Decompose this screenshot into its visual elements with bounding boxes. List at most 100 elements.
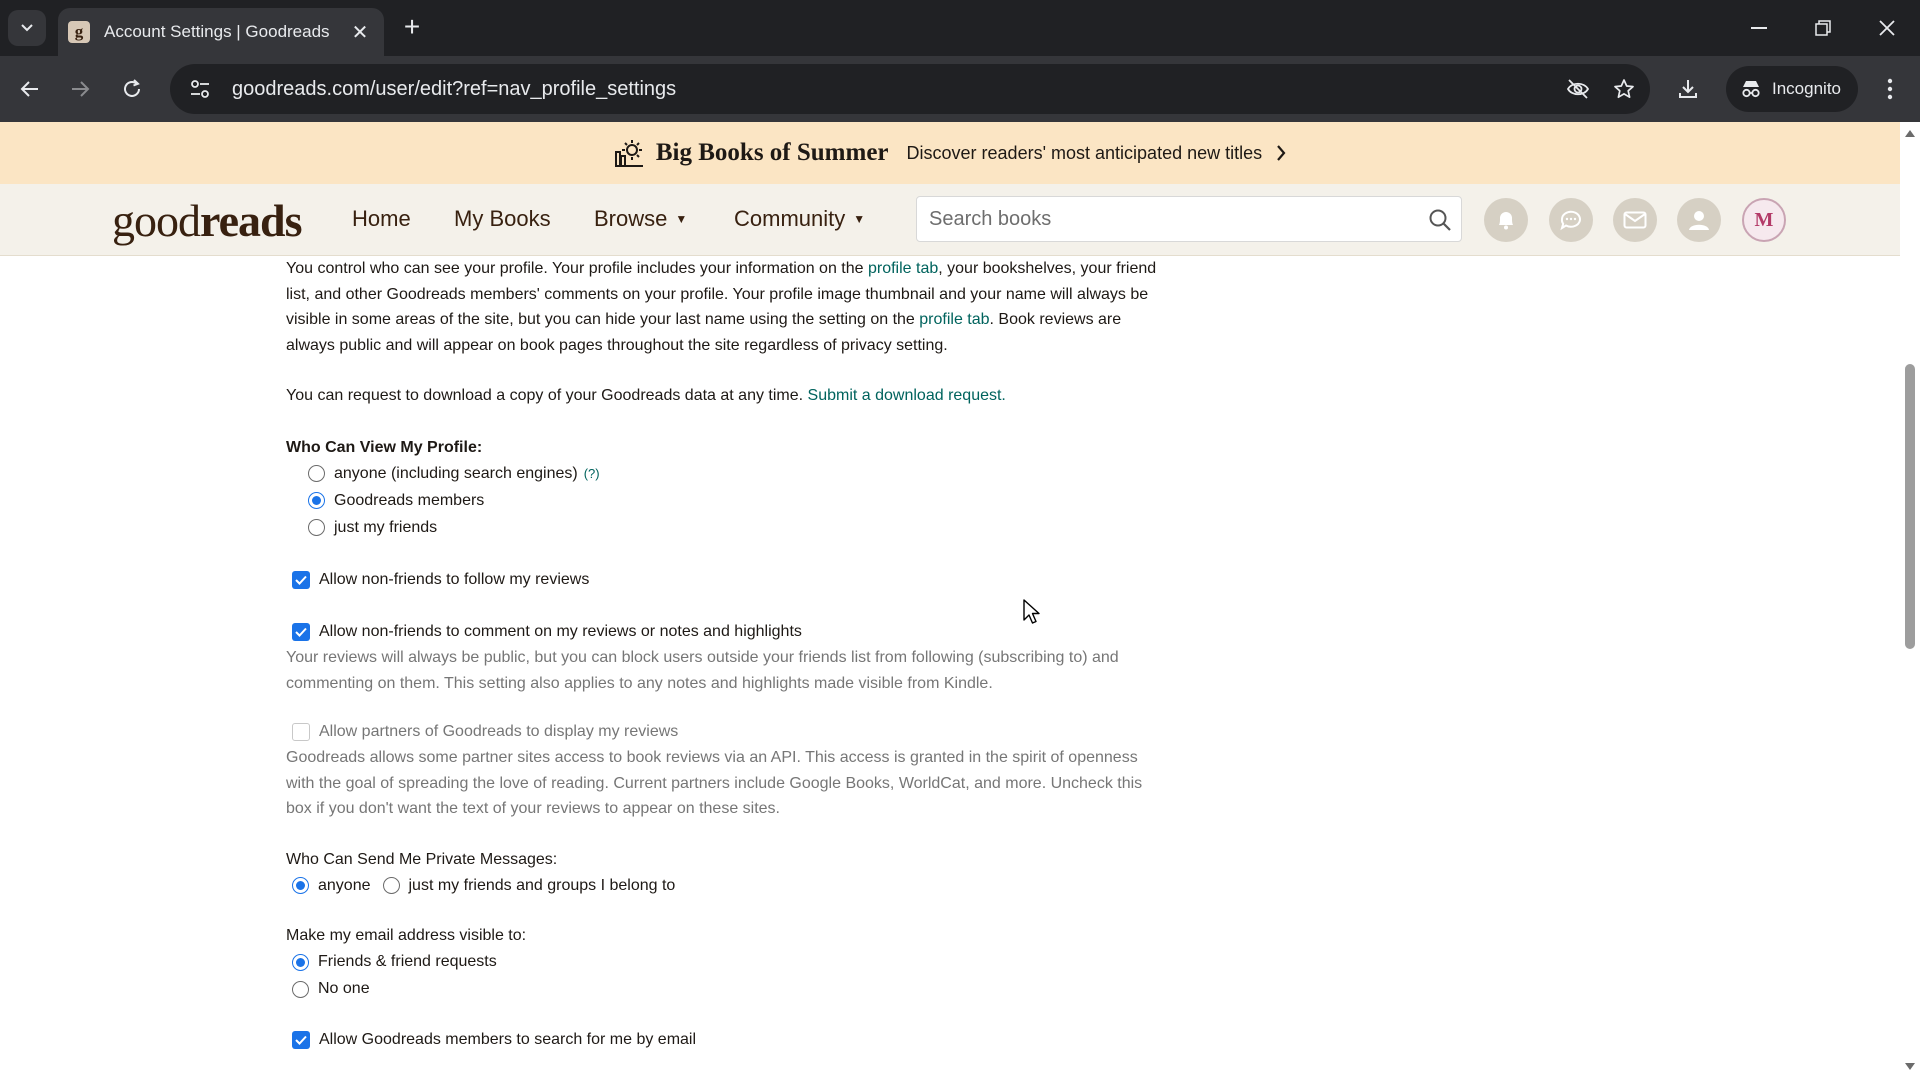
reload-button[interactable] [114,71,150,107]
tab-close-icon[interactable]: ✕ [348,20,372,45]
download-request-link[interactable]: Submit a download request. [808,387,1006,404]
friends-icon [1689,211,1709,230]
private-messages-section: Who Can Send Me Private Messages: anyone… [286,847,1166,900]
browser-toolbar: goodreads.com/user/edit?ref=nav_profile_… [0,56,1920,122]
download-paragraph: You can request to download a copy of yo… [286,383,1166,409]
option-label: Friends & friend requests [318,953,497,971]
promo-subtitle: Discover readers' most anticipated new t… [906,142,1263,163]
comment-reviews-checkbox[interactable] [292,622,310,641]
radio-email-friends[interactable] [292,953,309,971]
check-icon [295,627,307,637]
help-link[interactable]: (?) [584,461,600,487]
private-messages-label: Who Can Send Me Private Messages: [286,850,558,868]
tab-search-button[interactable] [8,10,46,46]
incognito-icon [1742,81,1760,98]
url-text[interactable]: goodreads.com/user/edit?ref=nav_profile_… [232,78,1558,101]
radio-anyone[interactable] [308,465,325,482]
profile-tab-link-2[interactable]: profile tab [919,311,989,328]
radio-goodreads-members[interactable] [308,492,325,509]
partners-label: Allow partners of Goodreads to display m… [319,722,679,740]
site-header: goodreads Home My Books Browse ▼ Communit… [0,184,1900,256]
follow-reviews-checkbox[interactable] [292,570,310,589]
nav-home[interactable]: Home [352,206,411,232]
friends-button[interactable] [1677,198,1721,242]
search-by-email-checkbox[interactable] [292,1031,310,1049]
search-input[interactable] [917,197,1397,241]
partners-checkbox[interactable] [292,722,310,741]
email-option-no-one[interactable]: No one [286,976,1166,1003]
site-info-button[interactable] [178,69,222,109]
check-icon [295,575,307,585]
minimize-button[interactable] [1734,10,1784,46]
back-button[interactable] [12,71,48,107]
restore-button[interactable] [1798,10,1848,46]
nav-community[interactable]: Community ▼ [734,206,865,232]
tracking-protection-button[interactable] [1558,69,1598,109]
forward-button[interactable] [62,71,98,107]
search-box [916,196,1462,242]
more-vertical-icon [1887,78,1893,100]
downloads-button[interactable] [1670,71,1706,107]
download-icon [1679,80,1697,98]
profile-avatar[interactable]: M [1742,198,1786,242]
radio-just-my-friends[interactable] [308,519,325,536]
option-label: Goodreads members [334,491,485,509]
close-window-button[interactable] [1862,10,1912,46]
minimize-icon [1751,27,1767,29]
follow-reviews-setting[interactable]: Allow non-friends to follow my reviews [286,566,1166,593]
goodreads-logo[interactable]: goodreads [112,194,302,247]
page-scrollbar[interactable] [1900,122,1920,1080]
logo-bold: reads [200,195,302,246]
browser-menu-button[interactable] [1872,71,1908,107]
view-profile-option-friends[interactable]: just my friends [308,514,1166,541]
comment-reviews-label: Allow non-friends to comment on my revie… [319,622,802,640]
bookmark-button[interactable] [1604,69,1644,109]
comment-reviews-note: Your reviews will always be public, but … [286,649,1119,692]
search-by-email-label: Allow Goodreads members to search for me… [319,1031,697,1049]
radio-email-no-one[interactable] [292,980,309,998]
star-icon [1614,79,1634,99]
nav-community-label: Community [734,206,846,231]
scroll-thumb[interactable] [1905,364,1915,649]
comment-reviews-setting: Allow non-friends to comment on my revie… [286,618,1166,696]
scroll-up-arrow-icon[interactable] [1904,128,1916,138]
radio-messages-friends-groups[interactable] [382,877,400,894]
follow-reviews-label: Allow non-friends to follow my reviews [319,570,590,588]
view-profile-option-anyone[interactable]: anyone (including search engines) (?) [308,460,1166,487]
view-profile-option-members[interactable]: Goodreads members [308,487,1166,514]
nav-my-books[interactable]: My Books [454,206,551,232]
chevron-right-icon [1277,145,1286,161]
intro-text-1: You control who can see your profile. Yo… [286,260,868,277]
radio-messages-anyone[interactable] [292,877,309,894]
nav-browse[interactable]: Browse ▼ [594,206,687,232]
messages-icon [1623,211,1647,229]
partners-row[interactable]: Allow partners of Goodreads to display m… [286,718,1166,745]
browser-tab-bar: g Account Settings | Goodreads ✕ + [0,0,1920,56]
private-messages-options: anyone just my friends and groups I belo… [286,872,1166,899]
view-profile-section: Who Can View My Profile: anyone (includi… [286,435,1166,542]
notifications-button[interactable] [1484,198,1528,242]
new-tab-button[interactable]: + [396,12,428,44]
scroll-down-arrow-icon[interactable] [1904,1062,1916,1072]
search-button[interactable] [1425,205,1455,235]
search-by-email-setting[interactable]: Allow Goodreads members to search for me… [286,1027,1166,1054]
privacy-settings-section: You control who can see your profile. Yo… [286,256,1166,1054]
address-bar[interactable]: goodreads.com/user/edit?ref=nav_profile_… [170,64,1650,114]
messages-button[interactable] [1613,198,1657,242]
promo-title: Big Books of Summer [655,139,889,166]
incognito-indicator[interactable]: Incognito [1726,66,1858,112]
forward-icon [72,81,90,97]
download-text: You can request to download a copy of yo… [286,387,808,404]
profile-tab-link-1[interactable]: profile tab [868,260,938,277]
restore-icon [1815,20,1831,36]
eye-off-icon [1566,79,1590,99]
email-option-friends[interactable]: Friends & friend requests [286,949,1166,976]
option-label: just my friends [334,518,438,536]
incognito-label: Incognito [1772,79,1841,98]
discussions-button[interactable] [1549,198,1593,242]
browser-tab-active[interactable]: g Account Settings | Goodreads ✕ [58,8,384,56]
email-visibility-label: Make my email address visible to: [286,927,527,944]
nav-browse-label: Browse [594,206,668,231]
mouse-cursor-icon [1023,599,1040,624]
promo-banner[interactable]: Big Books of Summer Discover readers' mo… [0,122,1900,184]
